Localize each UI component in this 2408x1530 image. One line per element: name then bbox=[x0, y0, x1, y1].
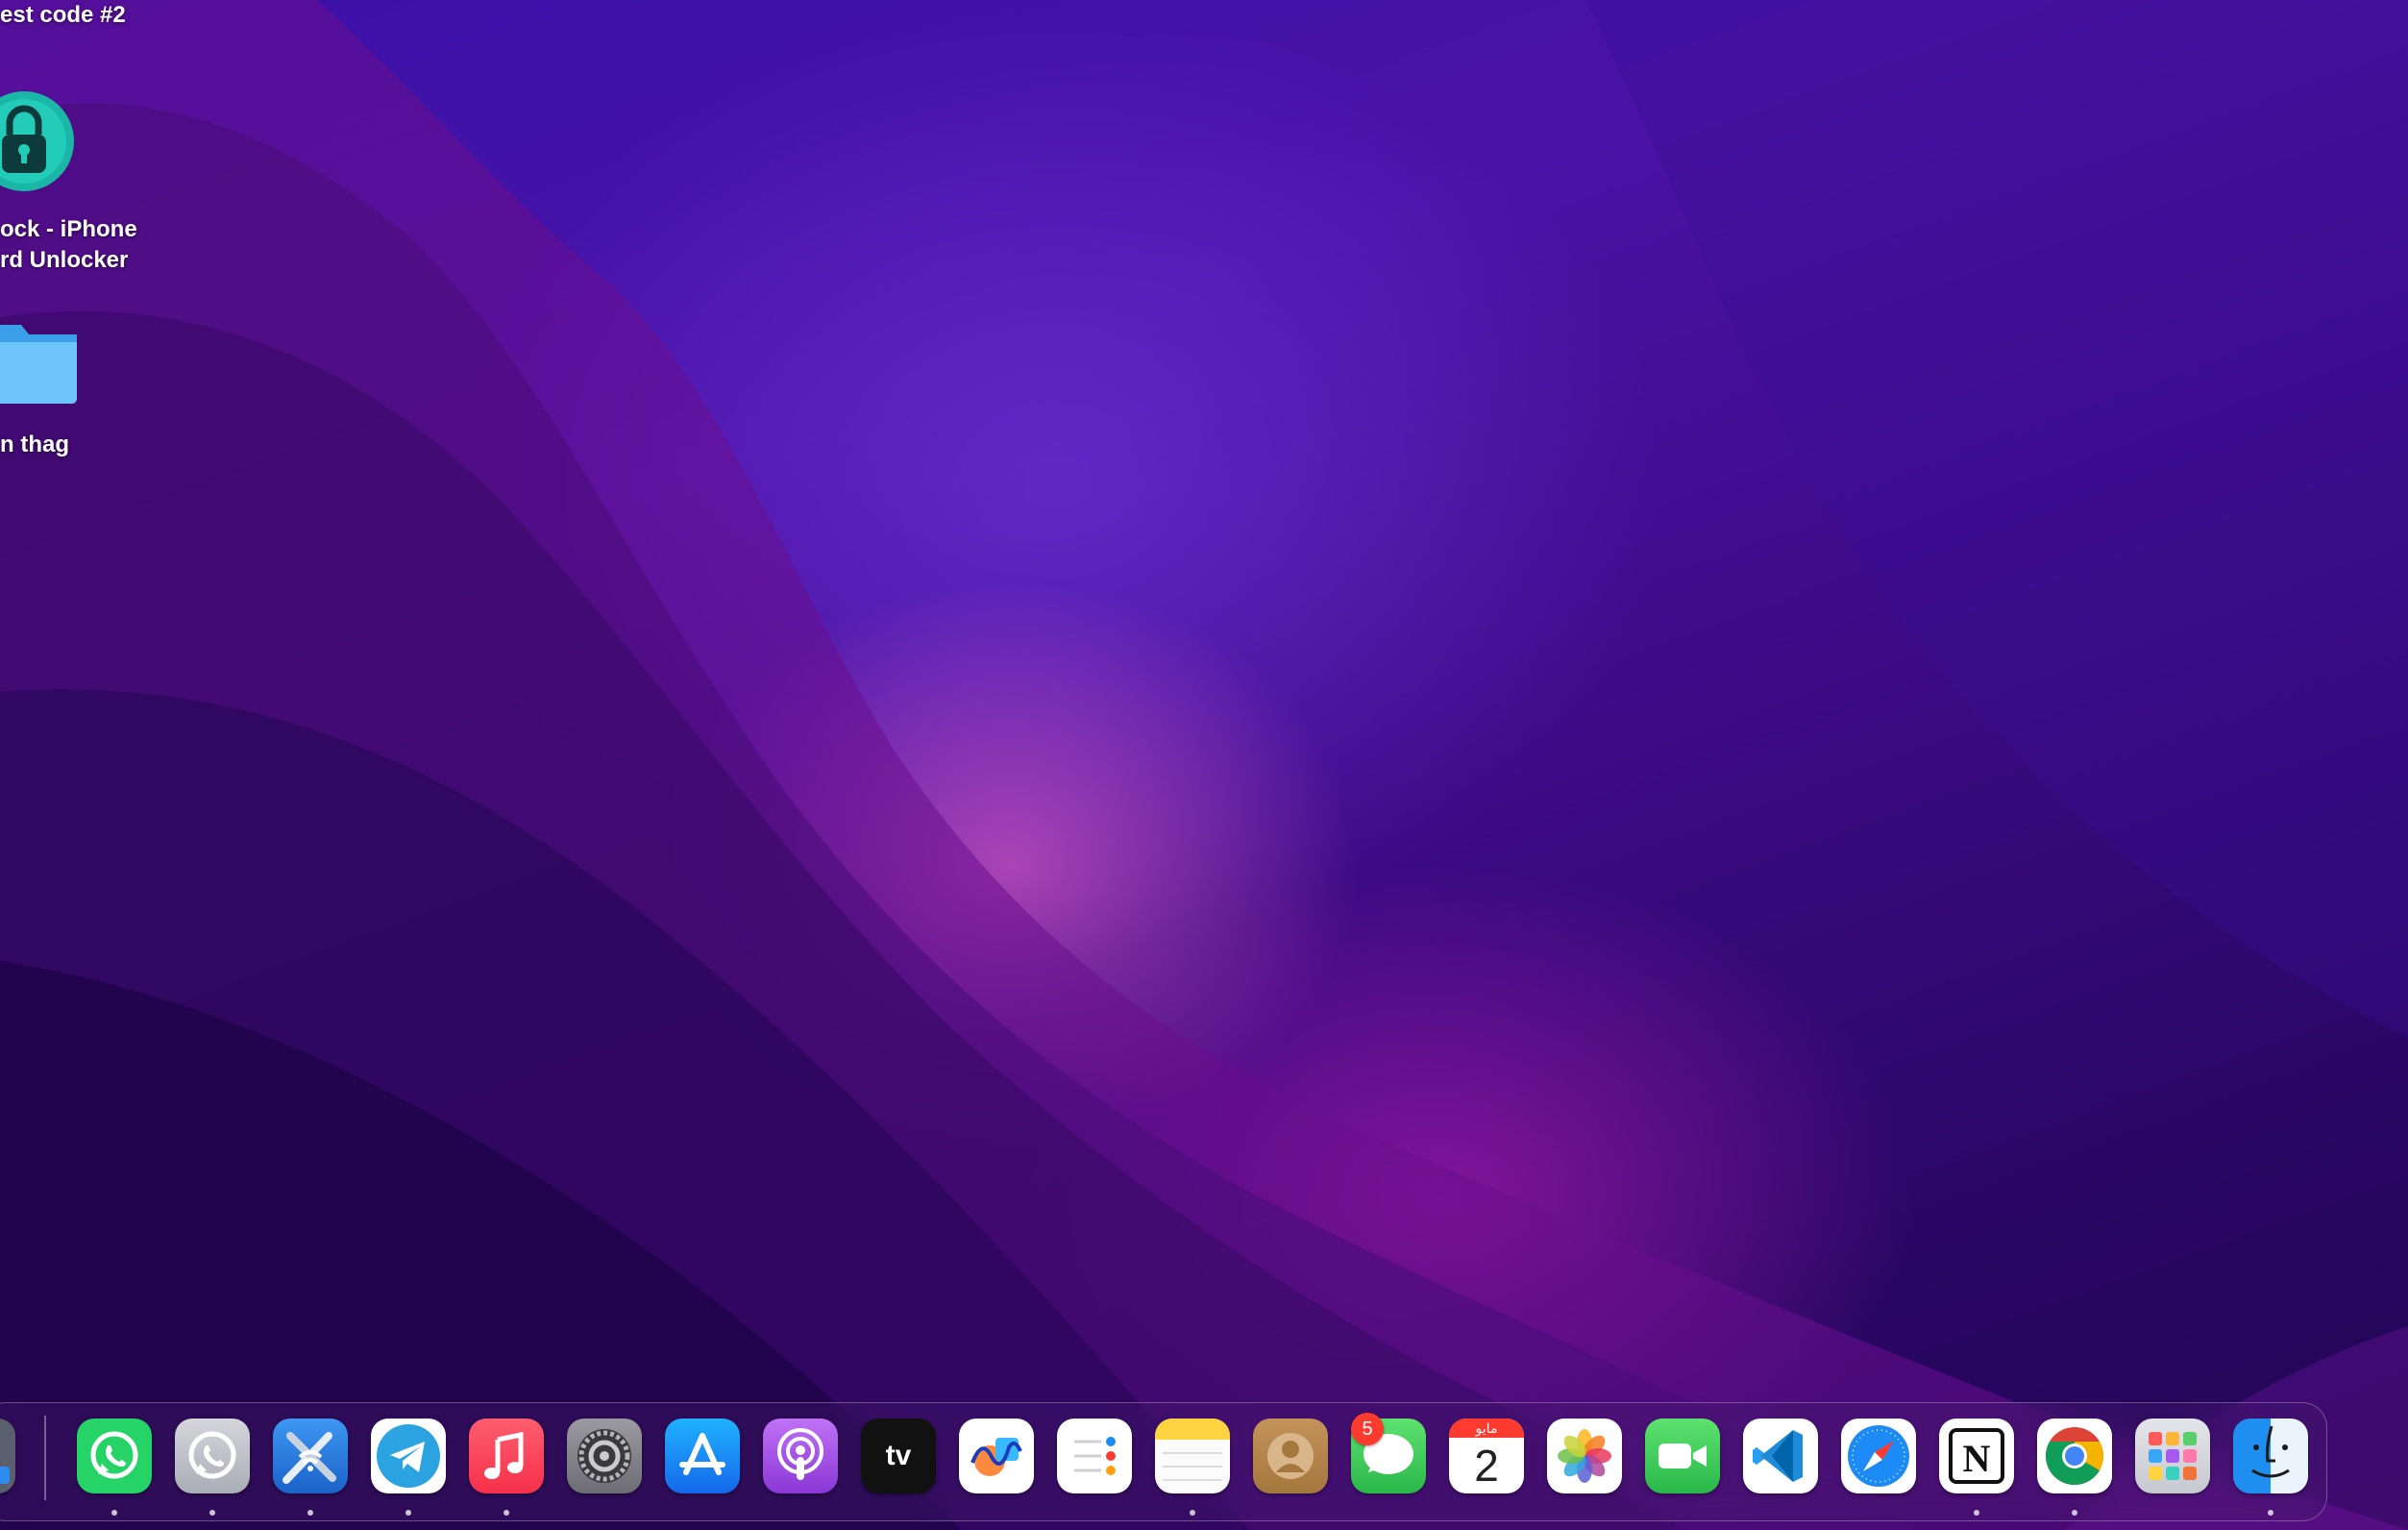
partial-app-icon[interactable] bbox=[0, 1419, 15, 1493]
calendar-month: مايو bbox=[1449, 1419, 1524, 1438]
system-settings-icon[interactable] bbox=[567, 1419, 642, 1493]
chrome-icon[interactable] bbox=[2037, 1419, 2112, 1493]
notion-letter: N bbox=[1963, 1437, 1991, 1480]
launchpad-icon[interactable] bbox=[2135, 1419, 2210, 1493]
reminders-icon[interactable] bbox=[1057, 1419, 1132, 1493]
notion-icon[interactable]: N bbox=[1939, 1419, 2014, 1493]
running-indicator bbox=[307, 1510, 313, 1516]
running-indicator bbox=[2072, 1510, 2077, 1516]
apple-tv-label: tv bbox=[885, 1440, 912, 1471]
telegram-icon[interactable] bbox=[371, 1419, 446, 1493]
vscode-icon[interactable] bbox=[1743, 1419, 1818, 1493]
running-indicator bbox=[1190, 1510, 1195, 1516]
notes-icon[interactable] bbox=[1155, 1419, 1230, 1493]
dock-separator bbox=[44, 1416, 46, 1500]
safari-icon[interactable] bbox=[1841, 1419, 1916, 1493]
calendar-day: 2 bbox=[1474, 1441, 1499, 1491]
app-store-icon[interactable] bbox=[665, 1419, 740, 1493]
folder-icon[interactable] bbox=[0, 306, 83, 412]
running-indicator bbox=[2268, 1510, 2273, 1516]
desktop-item-label-line1[interactable]: ock - iPhone bbox=[0, 214, 137, 245]
wallpaper-waves bbox=[0, 0, 2408, 1530]
facetime-icon[interactable] bbox=[1645, 1419, 1720, 1493]
messages-badge: 5 bbox=[1351, 1413, 1384, 1445]
apple-tv-icon[interactable]: tv bbox=[861, 1419, 936, 1493]
desktop-wallpaper: est code #2 ock - iPhone rd Unlocker n t… bbox=[0, 0, 2408, 1530]
podcasts-icon[interactable] bbox=[763, 1419, 838, 1493]
running-indicator bbox=[405, 1510, 411, 1516]
contacts-icon[interactable] bbox=[1253, 1419, 1328, 1493]
freeform-icon[interactable] bbox=[959, 1419, 1034, 1493]
running-indicator bbox=[209, 1510, 215, 1516]
whatsapp-beta-icon[interactable] bbox=[175, 1419, 250, 1493]
running-indicator bbox=[1974, 1510, 1979, 1516]
desktop-item-label[interactable]: n thag bbox=[0, 430, 69, 460]
music-icon[interactable] bbox=[469, 1419, 544, 1493]
finder-icon[interactable] bbox=[2233, 1419, 2308, 1493]
calendar-icon[interactable]: مايو 2 bbox=[1449, 1419, 1524, 1493]
whatsapp-icon[interactable] bbox=[77, 1419, 152, 1493]
running-indicator bbox=[504, 1510, 509, 1516]
desktop-item-label-line2[interactable]: rd Unlocker bbox=[0, 245, 128, 276]
photos-icon[interactable] bbox=[1547, 1419, 1622, 1493]
wireless-diagnostics-icon[interactable] bbox=[273, 1419, 348, 1493]
desktop-item-label[interactable]: est code #2 bbox=[0, 0, 126, 31]
unlocker-app-icon[interactable] bbox=[0, 88, 77, 199]
running-indicator bbox=[111, 1510, 117, 1516]
